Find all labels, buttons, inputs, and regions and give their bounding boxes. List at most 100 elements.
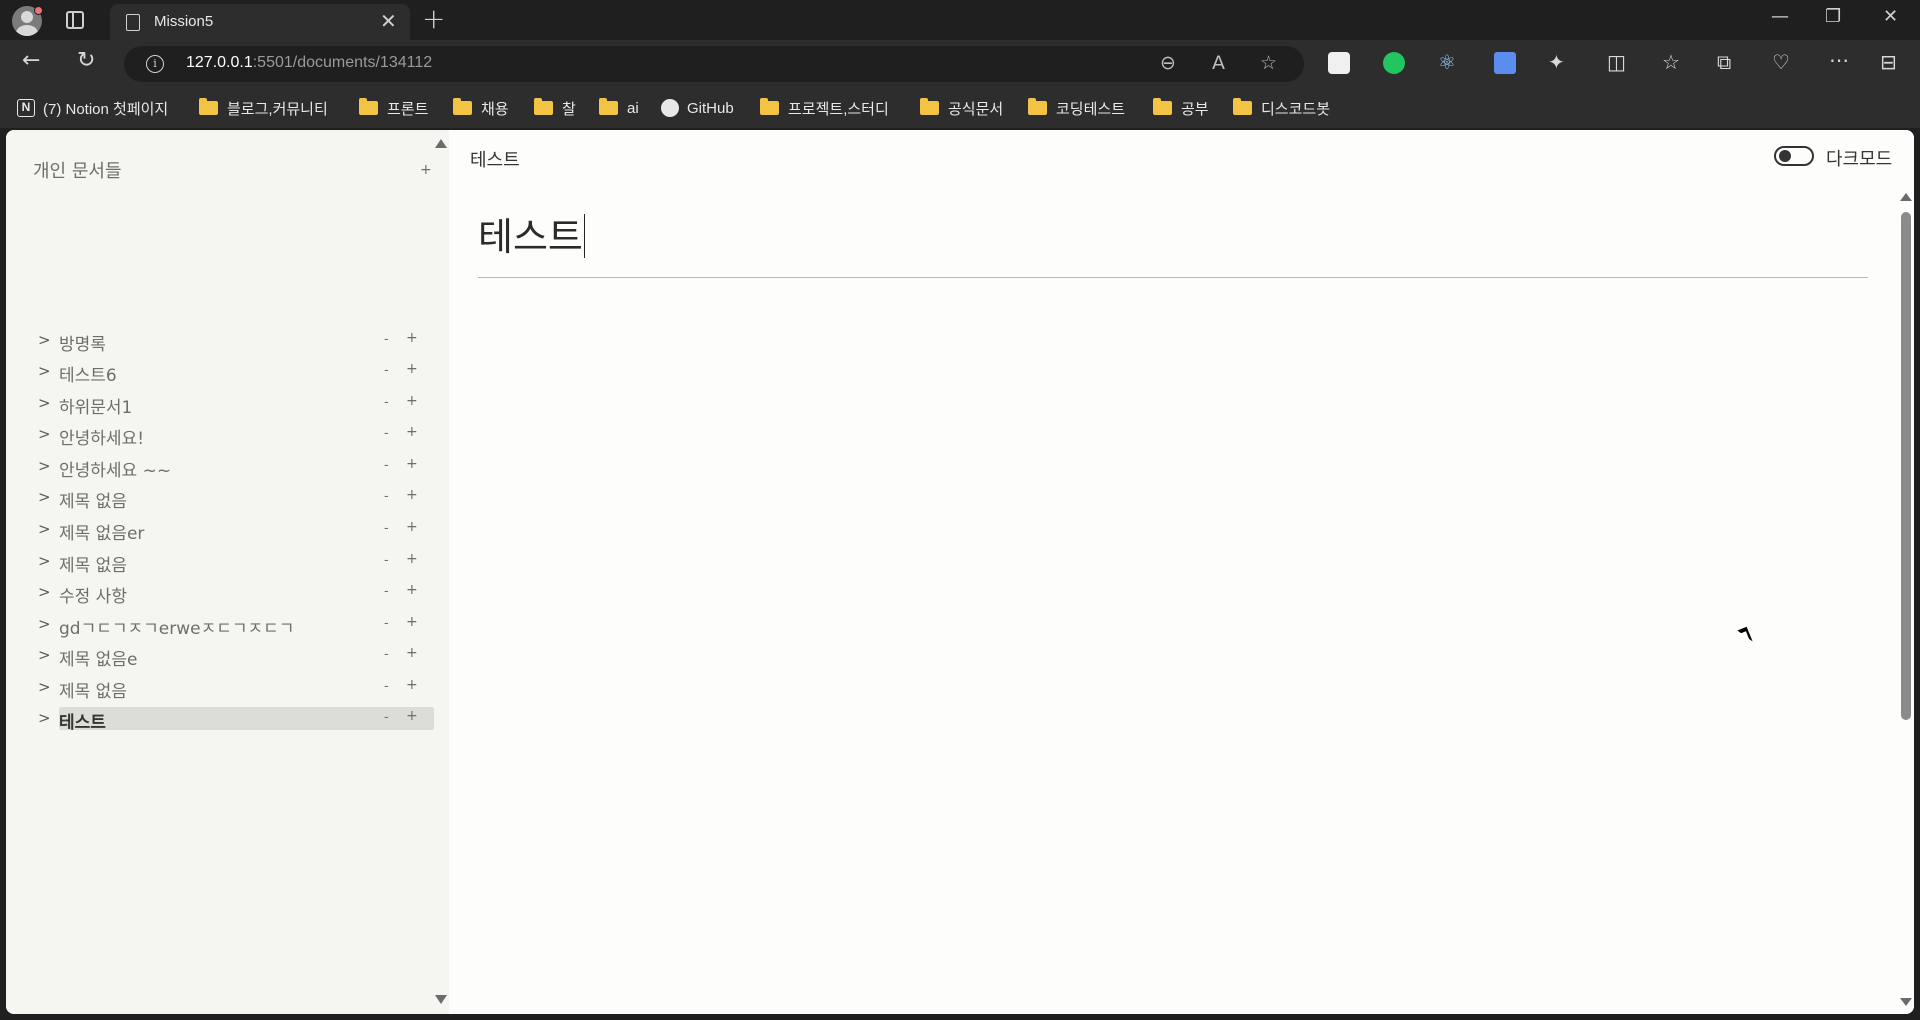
sidebar-item[interactable]: > 제목 없음e - + (32, 644, 437, 670)
extension-green-icon[interactable] (1383, 52, 1405, 74)
sidebar-scroll-up-icon[interactable] (435, 139, 447, 148)
expand-arrow-icon[interactable]: > (38, 583, 51, 601)
bookmark-github[interactable]: GitHub (661, 96, 734, 120)
expand-arrow-icon[interactable]: > (38, 678, 51, 696)
document-link[interactable]: 하위문서1 - + (59, 392, 434, 418)
document-link[interactable]: 수정 사항 - + (59, 581, 434, 607)
document-link[interactable]: 테스트6 - + (59, 360, 434, 386)
sidebar-item[interactable]: > 방명록 - + (32, 329, 437, 355)
delete-document-button[interactable]: - (384, 710, 389, 725)
sidebar-scroll-down-icon[interactable] (435, 995, 447, 1004)
sidebar-item[interactable]: > gdㄱㄷㄱㅈㄱerweㅈㄷㄱㅈㄷㄱ - + (32, 613, 437, 639)
add-child-document-button[interactable]: + (406, 614, 418, 630)
sidebar-item-active[interactable]: > 테스트 - + (32, 707, 437, 733)
browser-essentials-icon[interactable]: ♡ (1772, 50, 1790, 74)
delete-document-button[interactable]: - (384, 332, 389, 347)
site-info-icon[interactable]: i (146, 55, 164, 73)
bookmark-folder[interactable]: 프론트 (359, 96, 428, 120)
bookmark-folder[interactable]: 찰 (534, 96, 576, 120)
refresh-icon[interactable]: ↻ (77, 48, 95, 73)
minimize-icon[interactable]: — (1771, 6, 1789, 27)
dark-mode-toggle[interactable] (1774, 146, 1814, 166)
expand-arrow-icon[interactable]: > (38, 394, 51, 412)
more-options-icon[interactable]: ⋯ (1829, 48, 1849, 72)
url-text[interactable]: 127.0.0.1:5501/documents/134112 (186, 54, 432, 72)
delete-document-button[interactable]: - (384, 458, 389, 473)
tab-actions-icon[interactable] (66, 11, 84, 29)
add-child-document-button[interactable]: + (406, 708, 418, 724)
document-link[interactable]: 방명록 - + (59, 329, 434, 355)
scroll-up-icon[interactable] (1900, 193, 1912, 201)
delete-document-button[interactable]: - (384, 679, 389, 694)
delete-document-button[interactable]: - (384, 521, 389, 536)
sidebar-item[interactable]: > 테스트6 - + (32, 360, 437, 386)
expand-arrow-icon[interactable]: > (38, 331, 51, 349)
add-child-document-button[interactable]: + (406, 519, 418, 535)
extension-hex-icon[interactable] (1328, 52, 1350, 74)
document-link[interactable]: 제목 없음er - + (59, 518, 434, 544)
expand-arrow-icon[interactable]: > (38, 709, 51, 727)
add-root-document-button[interactable]: + (420, 162, 432, 178)
browser-tab[interactable]: Mission5 ✕ (110, 4, 410, 40)
sidebar-item[interactable]: > 제목 없음 - + (32, 676, 437, 702)
delete-document-button[interactable]: - (384, 647, 389, 662)
document-title-input[interactable]: 테스트 (478, 206, 586, 261)
delete-document-button[interactable]: - (384, 395, 389, 410)
add-child-document-button[interactable]: + (406, 551, 418, 567)
sidebar-item[interactable]: > 수정 사항 - + (32, 581, 437, 607)
delete-document-button[interactable]: - (384, 616, 389, 631)
delete-document-button[interactable]: - (384, 584, 389, 599)
favorites-icon[interactable]: ☆ (1662, 50, 1680, 74)
expand-arrow-icon[interactable]: > (38, 520, 51, 538)
document-link[interactable]: 안녕하세요 ~~ - + (59, 455, 434, 481)
split-screen-icon[interactable]: ◫ (1607, 50, 1626, 74)
delete-document-button[interactable]: - (384, 363, 389, 378)
breadcrumb[interactable]: 테스트 (470, 146, 520, 172)
sidebar-item[interactable]: > 제목 없음 - + (32, 486, 437, 512)
add-child-document-button[interactable]: + (406, 361, 418, 377)
scrollbar-thumb[interactable] (1901, 212, 1911, 720)
bookmark-notion[interactable]: N (7) Notion 첫페이지 (17, 96, 168, 120)
bookmark-folder[interactable]: ai (599, 96, 639, 120)
close-tab-icon[interactable]: ✕ (380, 9, 397, 33)
bookmark-folder[interactable]: 코딩테스트 (1028, 96, 1125, 120)
document-link[interactable]: 제목 없음 - + (59, 486, 434, 512)
scroll-down-icon[interactable] (1900, 998, 1912, 1006)
read-aloud-icon[interactable]: A (1212, 52, 1225, 74)
sidebar-item[interactable]: > 안녕하세요 ~~ - + (32, 455, 437, 481)
document-link[interactable]: 테스트 - + (59, 707, 434, 733)
sidebar-toggle-icon[interactable]: ⊟ (1880, 50, 1897, 74)
close-window-icon[interactable]: ✕ (1883, 6, 1898, 27)
add-child-document-button[interactable]: + (406, 330, 418, 346)
sidebar-item[interactable]: > 제목 없음er - + (32, 518, 437, 544)
document-link[interactable]: 제목 없음e - + (59, 644, 434, 670)
add-child-document-button[interactable]: + (406, 487, 418, 503)
bookmark-folder[interactable]: 공식문서 (920, 96, 1003, 120)
add-child-document-button[interactable]: + (406, 582, 418, 598)
expand-arrow-icon[interactable]: > (38, 425, 51, 443)
document-link[interactable]: 안녕하세요! - + (59, 423, 434, 449)
bookmark-folder[interactable]: 공부 (1153, 96, 1209, 120)
add-child-document-button[interactable]: + (406, 424, 418, 440)
react-devtools-icon[interactable]: ⚛ (1438, 50, 1456, 74)
expand-arrow-icon[interactable]: > (38, 646, 51, 664)
extension-blue-icon[interactable] (1494, 52, 1516, 74)
restore-icon[interactable]: ❐ (1825, 6, 1841, 27)
add-child-document-button[interactable]: + (406, 393, 418, 409)
address-bar[interactable]: i 127.0.0.1:5501/documents/134112 ⊖ A ☆ (124, 46, 1304, 82)
expand-arrow-icon[interactable]: > (38, 552, 51, 570)
bookmark-folder[interactable]: 채용 (453, 96, 509, 120)
document-link[interactable]: 제목 없음 - + (59, 676, 434, 702)
bookmark-folder[interactable]: 프로젝트,스터디 (760, 96, 889, 120)
zoom-icon[interactable]: ⊖ (1160, 52, 1176, 74)
expand-arrow-icon[interactable]: > (38, 362, 51, 380)
delete-document-button[interactable]: - (384, 553, 389, 568)
favorite-star-icon[interactable]: ☆ (1260, 52, 1277, 74)
bookmark-folder[interactable]: 디스코드봇 (1233, 96, 1330, 120)
delete-document-button[interactable]: - (384, 426, 389, 441)
document-link[interactable]: gdㄱㄷㄱㅈㄱerweㅈㄷㄱㅈㄷㄱ - + (59, 613, 434, 639)
add-child-document-button[interactable]: + (406, 677, 418, 693)
extensions-puzzle-icon[interactable]: ✦ (1548, 50, 1565, 74)
bookmark-folder[interactable]: 블로그,커뮤니티 (199, 96, 328, 120)
collections-icon[interactable]: ⧉ (1717, 50, 1731, 74)
